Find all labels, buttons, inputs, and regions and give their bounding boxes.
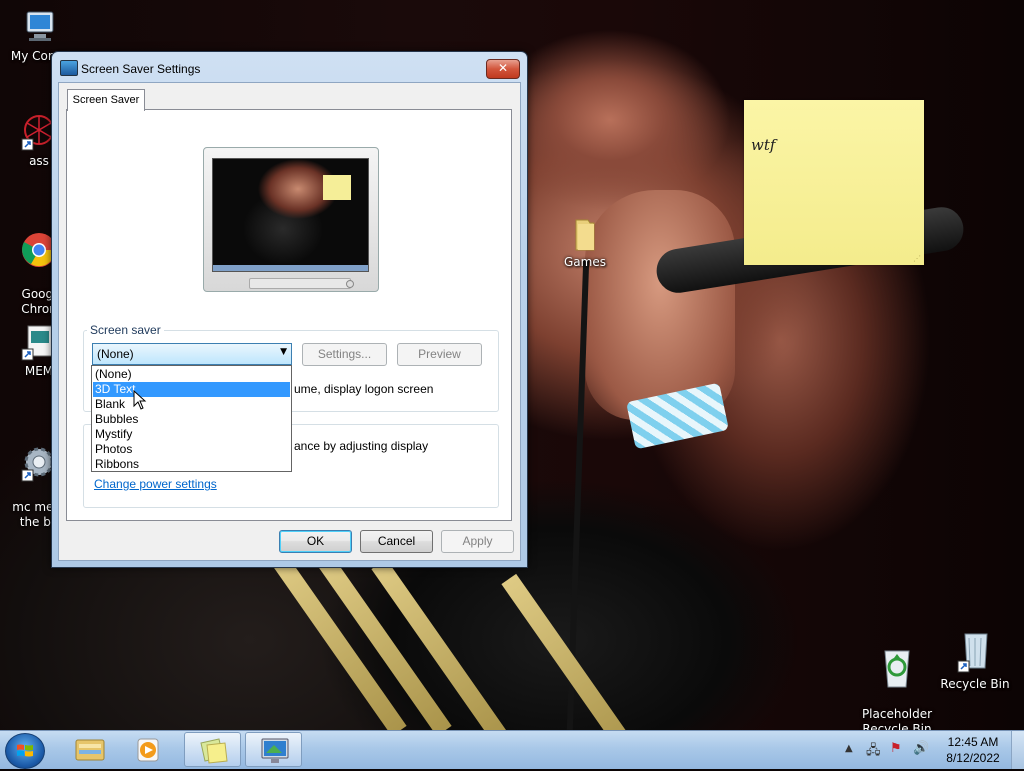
taskbar-sticky-notes[interactable] [184, 732, 241, 767]
preview-taskbar [213, 265, 368, 271]
screen-saver-settings-dialog: Screen Saver Settings ✕ Screen Saver Scr… [51, 51, 528, 568]
preview-sticky [323, 175, 351, 200]
dropdown-option-ribbons[interactable]: Ribbons [93, 457, 290, 472]
sticky-note-text[interactable]: wtf [751, 136, 775, 154]
taskbar: ▲ 🖧 ⚑ 🔊 12:45 AM 8/12/2022 [0, 730, 1024, 769]
recycle-bin-icon [957, 633, 988, 673]
show-hidden-icons-icon[interactable]: ▲ [845, 743, 853, 754]
close-button[interactable]: ✕ [486, 59, 520, 79]
folder-icon [575, 219, 595, 251]
computer-icon [26, 11, 54, 41]
screen-saver-group-label: Screen saver [87, 323, 164, 337]
dialog-title: Screen Saver Settings [81, 62, 201, 76]
sticky-note[interactable]: wtf ⋰ [744, 100, 924, 265]
taskbar-windows-explorer[interactable] [62, 732, 119, 767]
network-icon[interactable]: 🖧 [866, 741, 881, 763]
taskbar-media-player[interactable] [122, 732, 179, 767]
media-player-icon [137, 738, 159, 762]
screen-saver-select-value: (None) [97, 347, 134, 361]
screen-saver-select[interactable]: (None) ▼ [92, 343, 292, 365]
resize-grip-icon[interactable]: ⋰ [913, 254, 921, 263]
taskbar-screen-saver-settings[interactable] [245, 732, 302, 767]
volume-icon[interactable]: 🔊 [913, 741, 929, 756]
preview-button[interactable]: Preview [397, 343, 482, 366]
screen-saver-icon [60, 60, 78, 76]
monitor-preview [203, 147, 379, 292]
dropdown-option-bubbles[interactable]: Bubbles [93, 412, 290, 427]
dropdown-option-photos[interactable]: Photos [93, 442, 290, 457]
system-clock[interactable]: 12:45 AM 8/12/2022 [938, 734, 1008, 766]
ok-button[interactable]: OK [279, 530, 352, 553]
apply-button[interactable]: Apply [441, 530, 514, 553]
desktop-icon-placeholder-recycle-bin[interactable]: Placeholder Recycle Bin [858, 630, 936, 737]
desktop-icon-label: ass [29, 154, 49, 168]
windows-logo-icon [17, 744, 33, 757]
desktop-icon-games[interactable]: Games [546, 214, 624, 270]
clock-date: 8/12/2022 [946, 751, 1000, 765]
desktop-icon-label: MEM [24, 364, 54, 378]
power-description: ance by adjusting display [294, 439, 429, 453]
preview-screen [212, 158, 369, 272]
desktop-icon-label: Games [564, 255, 606, 269]
power-led-icon [346, 280, 354, 288]
change-power-settings-link[interactable]: Change power settings [94, 477, 217, 491]
chevron-down-icon[interactable]: ▼ [280, 347, 287, 357]
desktop-icon-recycle-bin[interactable]: Recycle Bin [936, 630, 1014, 692]
screen-saver-dropdown-list[interactable]: (None) 3D Text Blank Bubbles Mystify Pho… [91, 365, 292, 472]
action-center-icon[interactable]: ⚑ [890, 741, 902, 756]
resume-logon-label: ume, display logon screen [294, 382, 434, 396]
dropdown-option-mystify[interactable]: Mystify [93, 427, 290, 442]
clock-time: 12:45 AM [947, 735, 999, 749]
monitor-base [249, 278, 351, 289]
dialog-body: Screen Saver Screen saver Settings... Pr… [58, 82, 521, 561]
sticky-notes-icon [200, 738, 228, 764]
mouse-cursor-icon [133, 390, 147, 410]
show-desktop-button[interactable] [1011, 731, 1024, 769]
windows-explorer-icon [75, 739, 105, 761]
dropdown-option-3d-text[interactable]: 3D Text [93, 382, 290, 397]
recycle-bin-full-icon [884, 650, 910, 688]
screen-saver-settings-icon [261, 738, 289, 763]
tab-screen-saver[interactable]: Screen Saver [67, 89, 145, 111]
start-button[interactable] [5, 733, 45, 769]
settings-button[interactable]: Settings... [302, 343, 387, 366]
dropdown-option-blank[interactable]: Blank [93, 397, 290, 412]
desktop-icon-label: Recycle Bin [940, 677, 1010, 691]
cancel-button[interactable]: Cancel [360, 530, 433, 553]
dropdown-option-none[interactable]: (None) [93, 367, 290, 382]
